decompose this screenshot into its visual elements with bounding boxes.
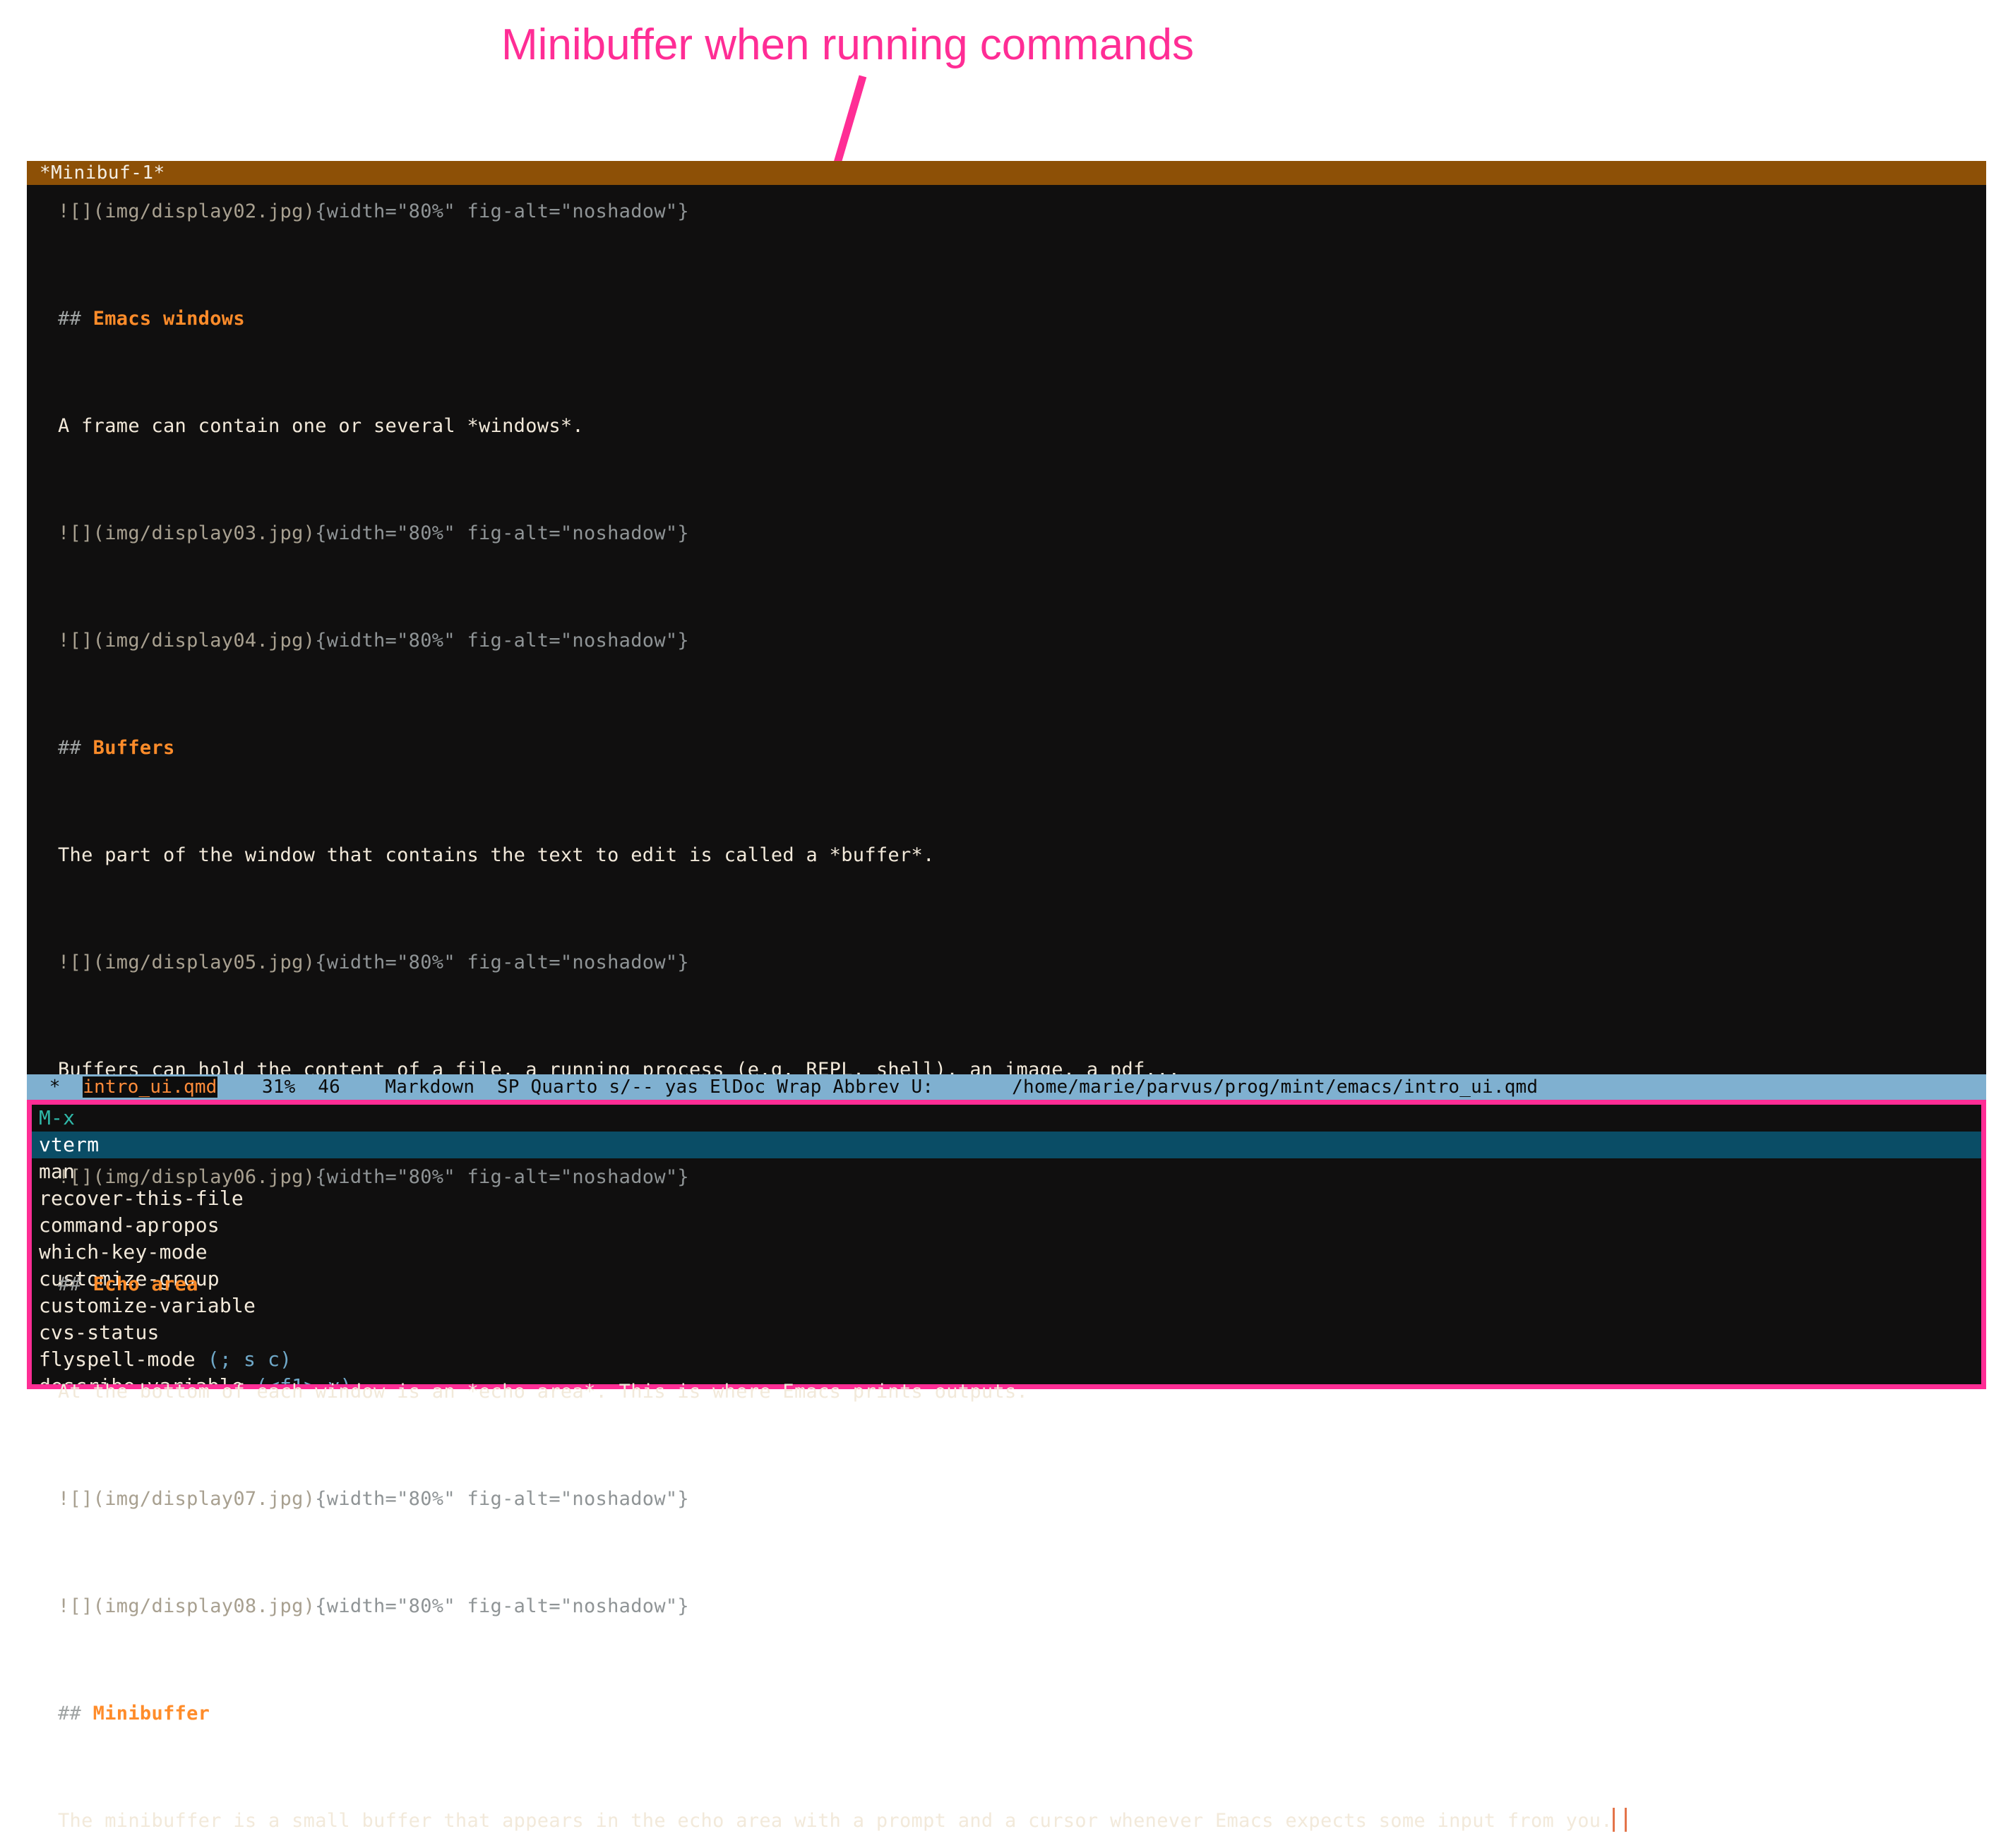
buffer-blank-line: [58, 882, 1986, 936]
buffer-blank-line: [58, 775, 1986, 829]
buffer-blank-line: [58, 1312, 1986, 1365]
image-attributes: {width="80%" fig-alt="noshadow"}: [315, 1166, 689, 1188]
mode-line[interactable]: * intro_ui.qmd 31% 46 Markdown SP Quarto…: [27, 1074, 1986, 1100]
buffer-blank-line: [58, 1204, 1986, 1258]
heading-marker: ##: [58, 737, 93, 759]
mode-line-major-mode: Markdown: [385, 1076, 497, 1098]
image-link: ![](img/display02.jpg): [58, 200, 316, 222]
markdown-text-line: At the bottom of each window is an *echo…: [58, 1365, 1986, 1419]
image-attributes: {width="80%" fig-alt="noshadow"}: [315, 630, 689, 652]
mode-line-file-path: /home/marie/parvus/prog/mint/emacs/intro…: [933, 1076, 1539, 1098]
mode-line-position: 31% 46: [217, 1076, 386, 1098]
buffer-blank-line: [58, 560, 1986, 614]
image-link: ![](img/display08.jpg): [58, 1595, 316, 1617]
markdown-image-line: ![](img/display04.jpg){width="80%" fig-a…: [58, 614, 1986, 668]
buffer-blank-line: [58, 668, 1986, 721]
heading-text: Buffers: [92, 737, 175, 759]
annotation-title-text: Minibuffer when running commands: [501, 20, 1195, 69]
mode-line-minor-modes: SP Quarto s/-- yas ElDoc Wrap Abbrev U:: [496, 1076, 934, 1098]
image-link: ![](img/display03.jpg): [58, 522, 316, 544]
buffer-blank-line: [58, 1633, 1986, 1687]
markdown-heading-line: ## Minibuffer: [58, 1687, 1986, 1741]
buffer-blank-line: [58, 1419, 1986, 1472]
heading-marker: ##: [58, 308, 93, 330]
heading-text: Echo area: [92, 1273, 198, 1295]
markdown-text-line: A frame can contain one or several *wind…: [58, 400, 1986, 453]
annotation-title: Minibuffer when running commands: [0, 20, 2013, 70]
buffer-blank-line: [58, 346, 1986, 400]
heading-text: Emacs windows: [92, 308, 245, 330]
markdown-image-line: ![](img/display02.jpg){width="80%" fig-a…: [58, 185, 1986, 239]
heading-text: Minibuffer: [92, 1703, 210, 1724]
buffer-text-area[interactable]: ![](img/display02.jpg){width="80%" fig-a…: [27, 185, 1986, 1832]
buffer-blank-line: [58, 990, 1986, 1043]
buffer-blank-line: [58, 1097, 1986, 1151]
markdown-heading-line: ## Buffers: [58, 721, 1986, 775]
emacs-frame: *Minibuf-1* ![](img/display02.jpg){width…: [27, 161, 1986, 1832]
buffer-blank-line: [58, 453, 1986, 507]
image-attributes: {width="80%" fig-alt="noshadow"}: [315, 200, 689, 222]
image-link: ![](img/display05.jpg): [58, 952, 316, 973]
markdown-heading-line: ## Emacs windows: [58, 292, 1986, 346]
image-attributes: {width="80%" fig-alt="noshadow"}: [315, 952, 689, 973]
image-link: ![](img/display07.jpg): [58, 1488, 316, 1510]
image-attributes: {width="80%" fig-alt="noshadow"}: [315, 522, 689, 544]
heading-marker: ##: [58, 1703, 93, 1724]
heading-marker: ##: [58, 1273, 93, 1295]
paragraph-text: At the bottom of each window is an *echo…: [58, 1381, 1029, 1403]
markdown-image-line: ![](img/display08.jpg){width="80%" fig-a…: [58, 1580, 1986, 1633]
markdown-text-line: The part of the window that contains the…: [58, 829, 1986, 882]
image-link: ![](img/display04.jpg): [58, 630, 316, 652]
markdown-image-line: ![](img/display03.jpg){width="80%" fig-a…: [58, 507, 1986, 560]
header-line-minibuf-tab[interactable]: *Minibuf-1*: [27, 161, 1986, 185]
point-cursor: [1612, 1808, 1615, 1832]
mode-line-modified-flag: *: [27, 1076, 83, 1098]
paragraph-text: The part of the window that contains the…: [58, 844, 935, 866]
image-attributes: {width="80%" fig-alt="noshadow"}: [315, 1488, 689, 1510]
buffer-blank-line: [58, 1526, 1986, 1580]
mode-line-buffer-name: intro_ui.qmd: [83, 1076, 217, 1098]
markdown-heading-line: ## Echo area: [58, 1258, 1986, 1312]
markdown-image-line: ![](img/display06.jpg){width="80%" fig-a…: [58, 1151, 1986, 1204]
paragraph-text: A frame can contain one or several *wind…: [58, 415, 584, 437]
markdown-image-line: ![](img/display07.jpg){width="80%" fig-a…: [58, 1472, 1986, 1526]
paragraph-text: The minibuffer is a small buffer that ap…: [58, 1810, 1613, 1832]
fill-column-indicator: [1624, 1808, 1627, 1832]
buffer-blank-line: [58, 1741, 1986, 1794]
image-attributes: {width="80%" fig-alt="noshadow"}: [315, 1595, 689, 1617]
image-link: ![](img/display06.jpg): [58, 1166, 316, 1188]
buffer-blank-line: [58, 239, 1986, 292]
markdown-image-line: ![](img/display05.jpg){width="80%" fig-a…: [58, 936, 1986, 990]
markdown-text-line: The minibuffer is a small buffer that ap…: [58, 1794, 1986, 1848]
